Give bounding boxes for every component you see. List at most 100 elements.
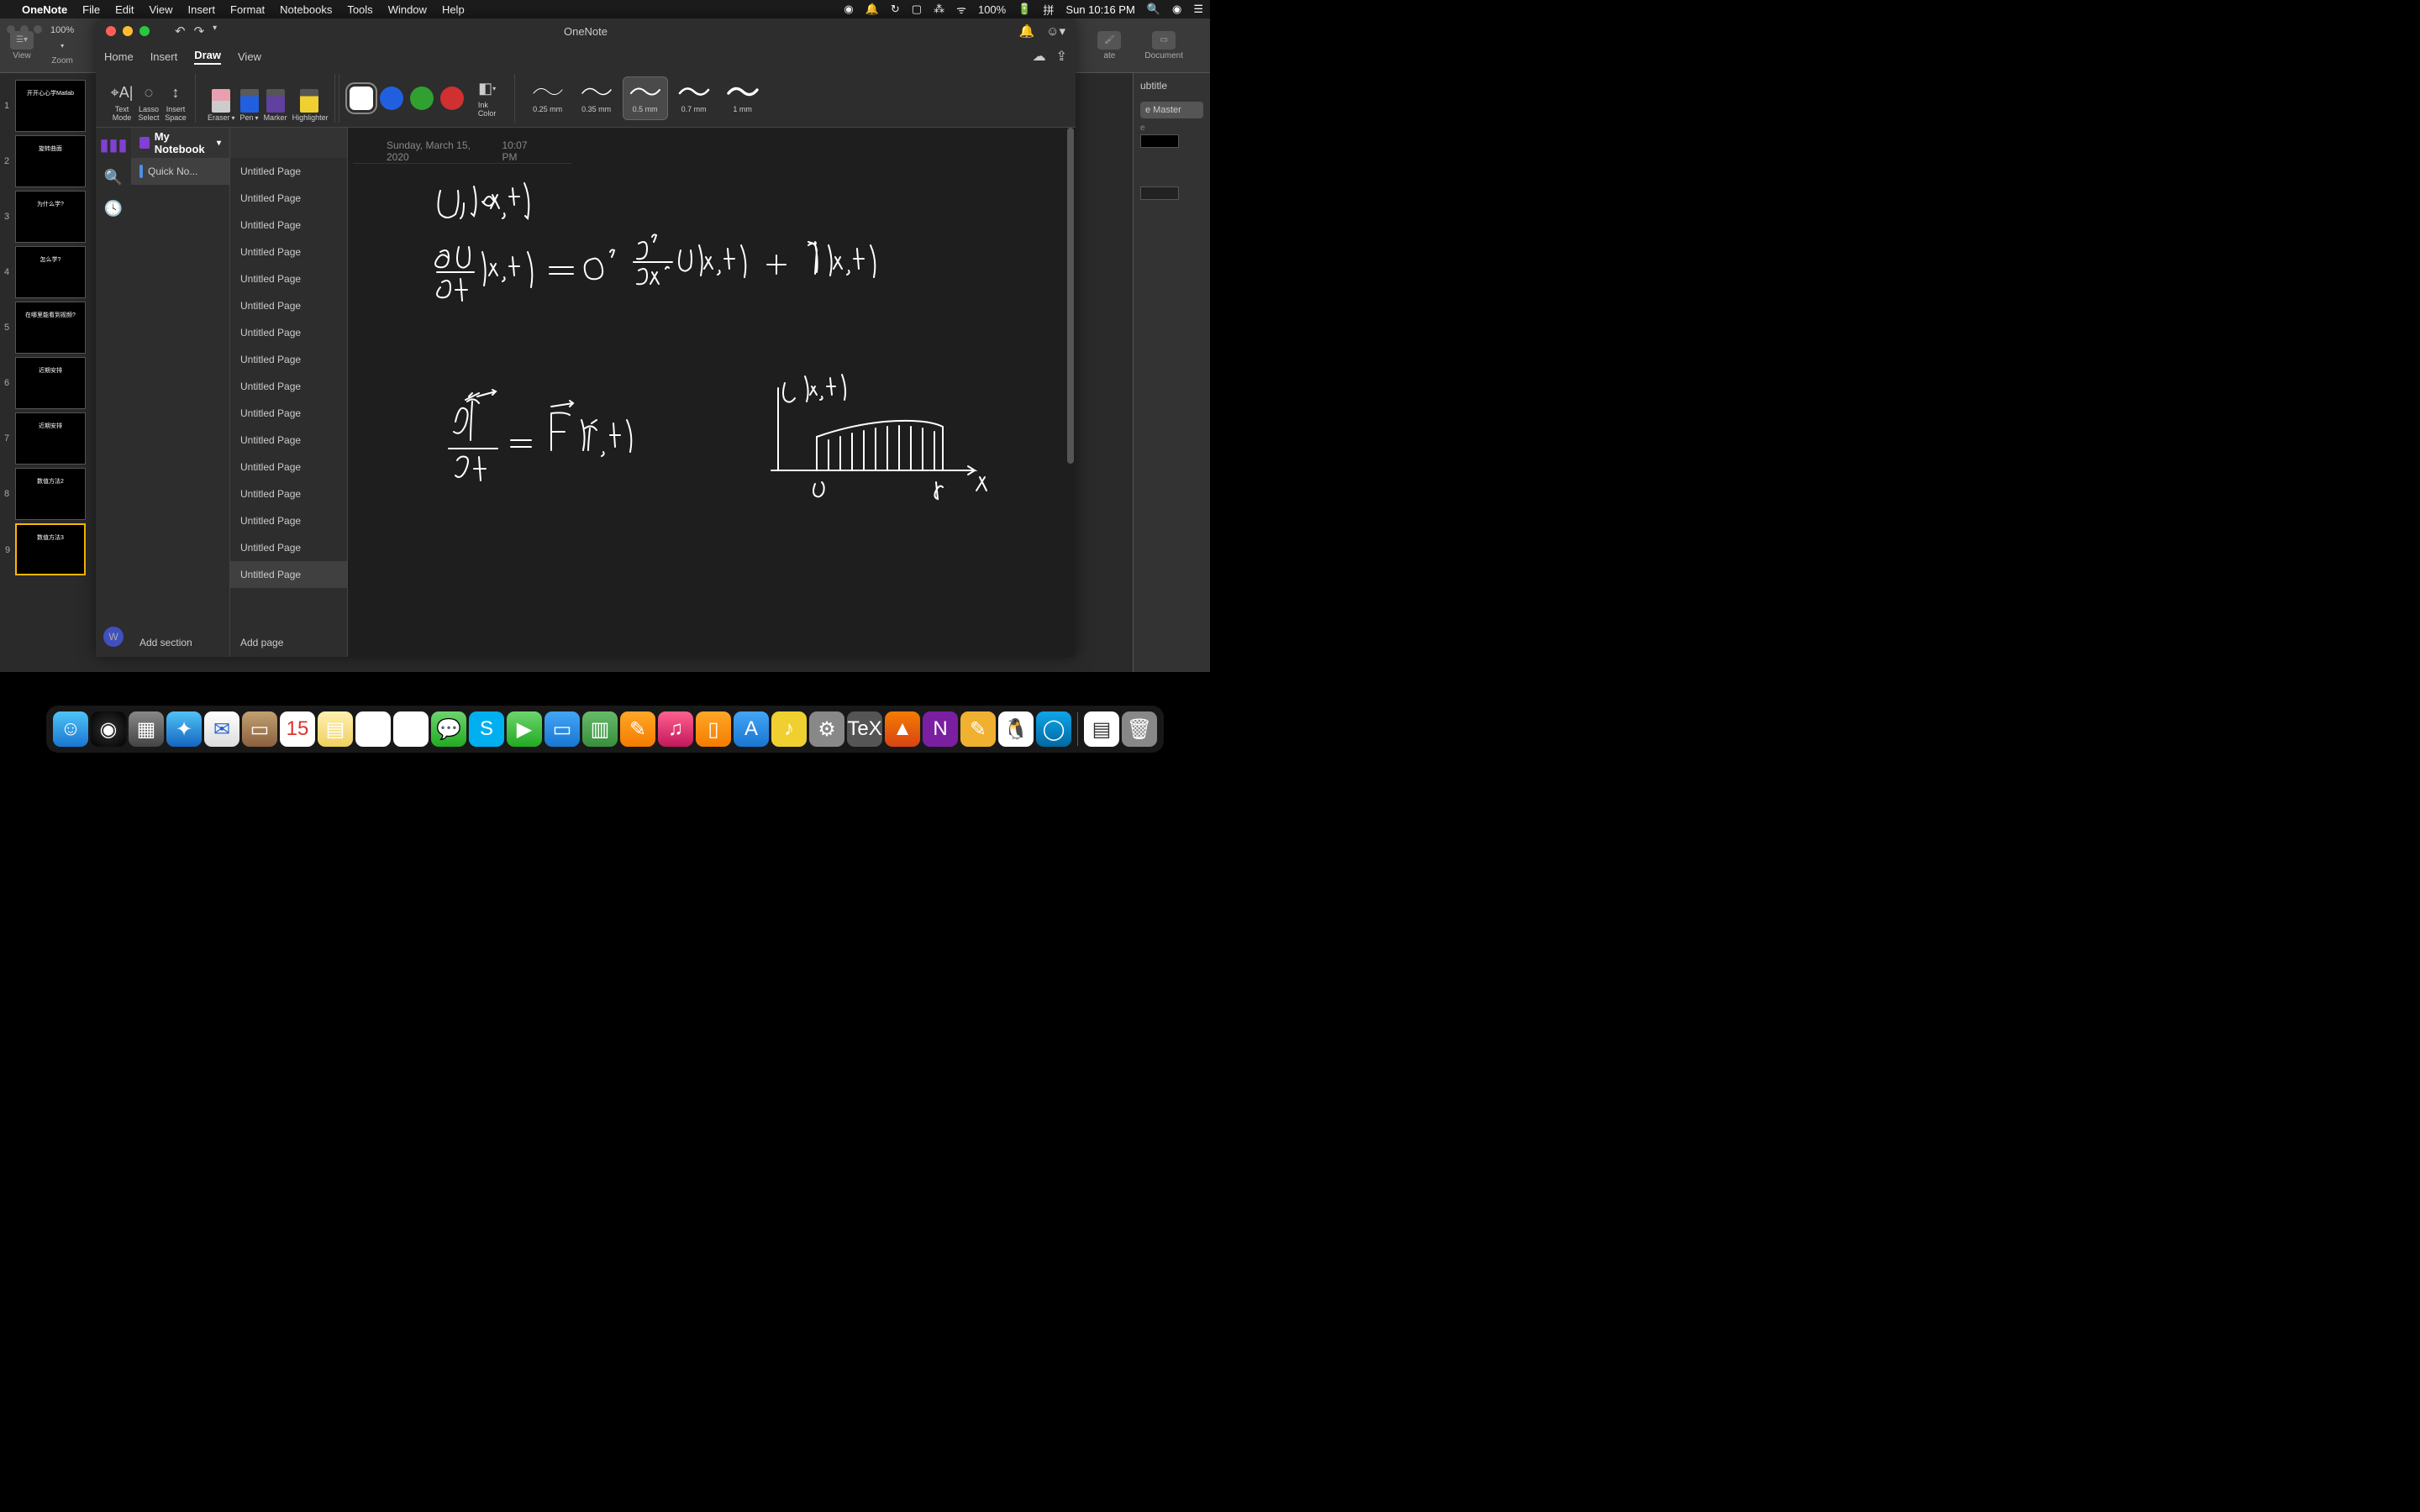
dock-trash[interactable]: 🗑 [1122,711,1157,747]
tab-insert[interactable]: Insert [150,50,178,63]
stroke-width-0.5mm[interactable]: 0.5 mm [623,76,668,120]
menu-edit[interactable]: Edit [115,3,134,16]
dock-qq[interactable]: 🐧 [998,711,1034,747]
bg-view-button[interactable]: ☰▾View [10,31,34,60]
insert-space-button[interactable]: ↕ Insert Space [165,82,187,123]
page-item[interactable]: Untitled Page [230,561,347,588]
bg-slide-thumb[interactable]: 8数值方法2 [15,468,86,520]
tab-draw[interactable]: Draw [194,49,221,65]
bg-traffic-lights[interactable] [7,25,42,34]
bg-slide-thumb[interactable]: 4怎么学? [15,246,86,298]
bg-swatch-2[interactable] [1140,186,1179,200]
maximize-button[interactable] [139,26,150,36]
dock-notes[interactable]: ▤ [318,711,353,747]
page-item[interactable]: Untitled Page [230,292,347,319]
spotlight-icon[interactable]: 🔍 [1147,3,1160,16]
add-section-button[interactable]: Add section [131,628,229,657]
input-source-icon[interactable]: 拼 [1043,2,1054,18]
menu-view[interactable]: View [150,3,173,16]
dock-netease[interactable]: ♪ [771,711,807,747]
bg-color-swatch[interactable] [1140,134,1179,148]
status-sync-icon[interactable]: ↻ [891,3,900,16]
notifications-icon[interactable]: 🔔 [1018,24,1034,39]
menu-file[interactable]: File [82,3,100,16]
search-icon[interactable]: 🔍 [104,169,123,186]
color-red[interactable] [440,87,464,110]
dock-keynote[interactable]: ▭ [544,711,580,747]
color-white[interactable] [350,87,373,110]
section-quick-notes[interactable]: Quick No... [131,158,229,185]
dock-launchpad[interactable]: ▦ [129,711,164,747]
marker-button[interactable]: Marker [264,89,287,123]
tab-view[interactable]: View [238,50,261,63]
page-item[interactable]: Untitled Page [230,346,347,373]
text-mode-button[interactable]: ⌖A| Text Mode [111,82,133,123]
dock-pages[interactable]: ✎ [620,711,655,747]
bg-format-tab[interactable]: 🖌ate [1097,31,1121,60]
page-list[interactable]: Untitled PageUntitled PageUntitled PageU… [230,158,347,628]
lasso-select-button[interactable]: ◌ Lasso Select [138,82,160,123]
dock-notability[interactable]: ✎ [960,711,996,747]
menubar-app-name[interactable]: OneNote [22,3,67,16]
ink-color-button[interactable]: ◧▾ Ink Color [471,79,504,118]
feedback-icon[interactable]: ☺▾ [1046,24,1065,39]
page-item[interactable]: Untitled Page [230,507,347,534]
page-item[interactable]: Untitled Page [230,185,347,212]
status-wifi-icon[interactable]: ᯤ [956,2,966,17]
dock-messages[interactable]: 💬 [431,711,466,747]
undo-button[interactable]: ↶ [175,24,186,39]
dock-texshop[interactable]: TeX [847,711,882,747]
bg-slide-thumb[interactable]: 5在哪里能看到视频? [15,302,86,354]
bg-zoom-button[interactable]: 100%▾ Zoom [50,25,74,66]
add-page-button[interactable]: Add page [230,628,347,657]
page-item[interactable]: Untitled Page [230,212,347,239]
page-item[interactable]: Untitled Page [230,239,347,265]
dock-reminders[interactable]: ☑ [355,711,391,747]
status-notification-icon[interactable]: 🔔 [865,3,879,16]
menu-tools[interactable]: Tools [347,3,372,16]
menu-notebooks[interactable]: Notebooks [280,3,332,16]
pen-button[interactable]: Pen▾ [240,89,259,123]
notebook-selector[interactable]: My Notebook ▾ [131,128,229,158]
dock-matlab[interactable]: ▲ [885,711,920,747]
dock-preferences[interactable]: ⚙ [809,711,844,747]
stroke-width-0.25mm[interactable]: 0.25 mm [525,76,571,120]
page-item[interactable]: Untitled Page [230,265,347,292]
bg-slide-thumb[interactable]: 6近期安排 [15,357,86,409]
close-button[interactable] [106,26,116,36]
status-airplay-icon[interactable]: ▢ [912,3,922,16]
dock-appstore[interactable]: A [734,711,769,747]
dock-music[interactable]: ♫ [658,711,693,747]
menu-insert[interactable]: Insert [187,3,215,16]
stroke-width-1mm[interactable]: 1 mm [720,76,765,120]
user-avatar[interactable]: W [103,627,124,647]
bg-slide-navigator[interactable]: 1开开心心学Matlab2旋转曲面3为什么学?4怎么学?5在哪里能看到视频?6近… [0,73,94,672]
dock-safari[interactable]: ✦ [166,711,202,747]
bg-document-tab[interactable]: ▭Document [1144,31,1183,60]
dock-siri[interactable]: ◉ [91,711,126,747]
dock-document[interactable]: ▤ [1084,711,1119,747]
dock-finder[interactable]: ☺ [53,711,88,747]
menubar-clock[interactable]: Sun 10:16 PM [1065,3,1134,16]
page-item[interactable]: Untitled Page [230,373,347,400]
tab-home[interactable]: Home [104,50,134,63]
color-green[interactable] [410,87,434,110]
status-record-icon[interactable]: ◉ [844,3,853,16]
page-item[interactable]: Untitled Page [230,158,347,185]
note-canvas[interactable]: Sunday, March 15, 2020 10:07 PM [348,128,1076,657]
traffic-lights[interactable] [96,26,150,36]
color-blue[interactable] [380,87,403,110]
siri-icon[interactable]: ◉ [1172,3,1181,16]
recent-icon[interactable]: 🕓 [104,200,123,218]
qat-dropdown[interactable]: ▾ [213,24,217,39]
menu-format[interactable]: Format [230,3,265,16]
dock-photos[interactable]: ✿ [393,711,429,747]
page-item[interactable]: Untitled Page [230,400,347,427]
stroke-width-0.35mm[interactable]: 0.35 mm [574,76,619,120]
minimize-button[interactable] [123,26,133,36]
bg-slide-thumb[interactable]: 7近期安排 [15,412,86,465]
bg-slide-thumb[interactable]: 1开开心心学Matlab [15,80,86,132]
vertical-scrollbar[interactable] [1067,128,1074,657]
page-item[interactable]: Untitled Page [230,427,347,454]
dock-browser[interactable]: ◯ [1036,711,1071,747]
